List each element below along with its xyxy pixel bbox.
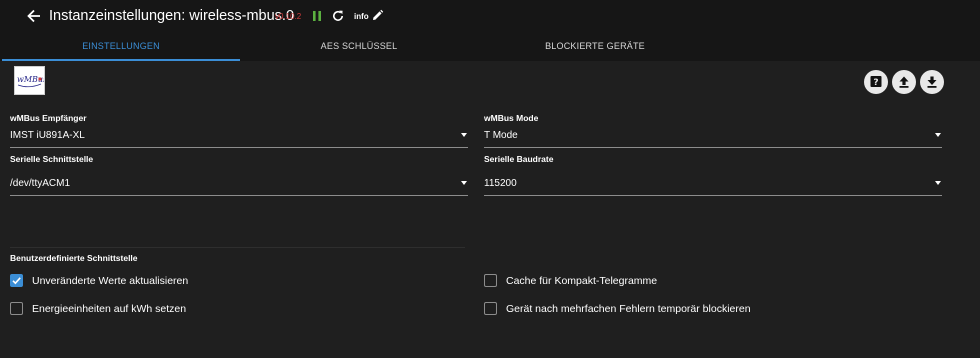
mode-select[interactable]: T Mode [484, 128, 942, 148]
header-bar: Instanzeinstellungen: wireless-mbus.0 v0… [0, 0, 980, 33]
serial-port-label: Serielle Schnittstelle [10, 154, 94, 164]
checkbox-block-device[interactable]: Gerät nach mehrfachen Fehlern temporär b… [484, 302, 884, 316]
chevron-down-icon [935, 181, 941, 185]
baudrate-select[interactable]: 115200 [484, 176, 942, 196]
version-badge: v0.10.2 [275, 12, 302, 21]
checkbox-label: Unveränderte Werte aktualisieren [32, 275, 189, 287]
refresh-icon[interactable] [331, 9, 345, 23]
upload-button[interactable] [892, 70, 916, 94]
chevron-down-icon [935, 133, 941, 137]
tab-aes-schluessel[interactable]: AES SCHLÜSSEL [240, 33, 478, 61]
chevron-down-icon [461, 133, 467, 137]
upload-icon [899, 76, 909, 88]
wmbus-logo: wMBus [14, 66, 47, 95]
pause-icon[interactable] [310, 9, 324, 23]
receiver-select[interactable]: IMST iU891A-XL [10, 128, 468, 148]
tab-einstellungen[interactable]: EINSTELLUNGEN [2, 33, 240, 61]
receiver-label: wMBus Empfänger [10, 113, 87, 123]
mode-label: wMBus Mode [484, 113, 539, 123]
checkbox-compact-cache[interactable]: Cache für Kompakt-Telegramme [484, 274, 784, 288]
checkbox-unchecked-icon[interactable] [484, 302, 497, 315]
tab-blockierte-geraete[interactable]: BLOCKIERTE GERÄTE [476, 33, 714, 61]
help-button[interactable]: ? [864, 70, 888, 94]
checkbox-label: Gerät nach mehrfachen Fehlern temporär b… [506, 303, 751, 315]
section-divider [10, 247, 465, 248]
serial-port-value: /dev/ttyACM1 [10, 178, 71, 189]
back-arrow-icon[interactable] [24, 6, 44, 26]
checkbox-unchecked-icon[interactable] [10, 302, 23, 315]
info-label[interactable]: info [354, 12, 369, 21]
edit-pencil-icon[interactable] [371, 9, 384, 22]
page-title: Instanzeinstellungen: wireless-mbus.0 [49, 8, 295, 24]
tab-bar: EINSTELLUNGEN AES SCHLÜSSEL BLOCKIERTE G… [0, 33, 980, 61]
baudrate-label: Serielle Baudrate [484, 154, 554, 164]
mode-value: T Mode [484, 130, 518, 141]
baudrate-value: 115200 [484, 178, 517, 189]
serial-port-select[interactable]: /dev/ttyACM1 [10, 176, 468, 196]
checkbox-label: Energieeinheiten auf kWh setzen [32, 303, 187, 315]
download-button[interactable] [920, 70, 944, 94]
help-icon: ? [870, 76, 882, 88]
checkbox-unchecked-icon[interactable] [484, 274, 497, 287]
chevron-down-icon [461, 181, 467, 185]
svg-text:?: ? [873, 78, 878, 88]
custom-port-label: Benutzerdefinierte Schnittstelle [10, 253, 138, 263]
checkbox-label: Cache für Kompakt-Telegramme [506, 275, 658, 287]
receiver-value: IMST iU891A-XL [10, 130, 85, 141]
checkbox-update-unchanged[interactable]: Unveränderte Werte aktualisieren [10, 274, 310, 288]
checkbox-energy-kwh[interactable]: Energieeinheiten auf kWh setzen [10, 302, 310, 316]
checkbox-checked-icon[interactable] [10, 274, 23, 287]
download-icon [927, 76, 937, 88]
